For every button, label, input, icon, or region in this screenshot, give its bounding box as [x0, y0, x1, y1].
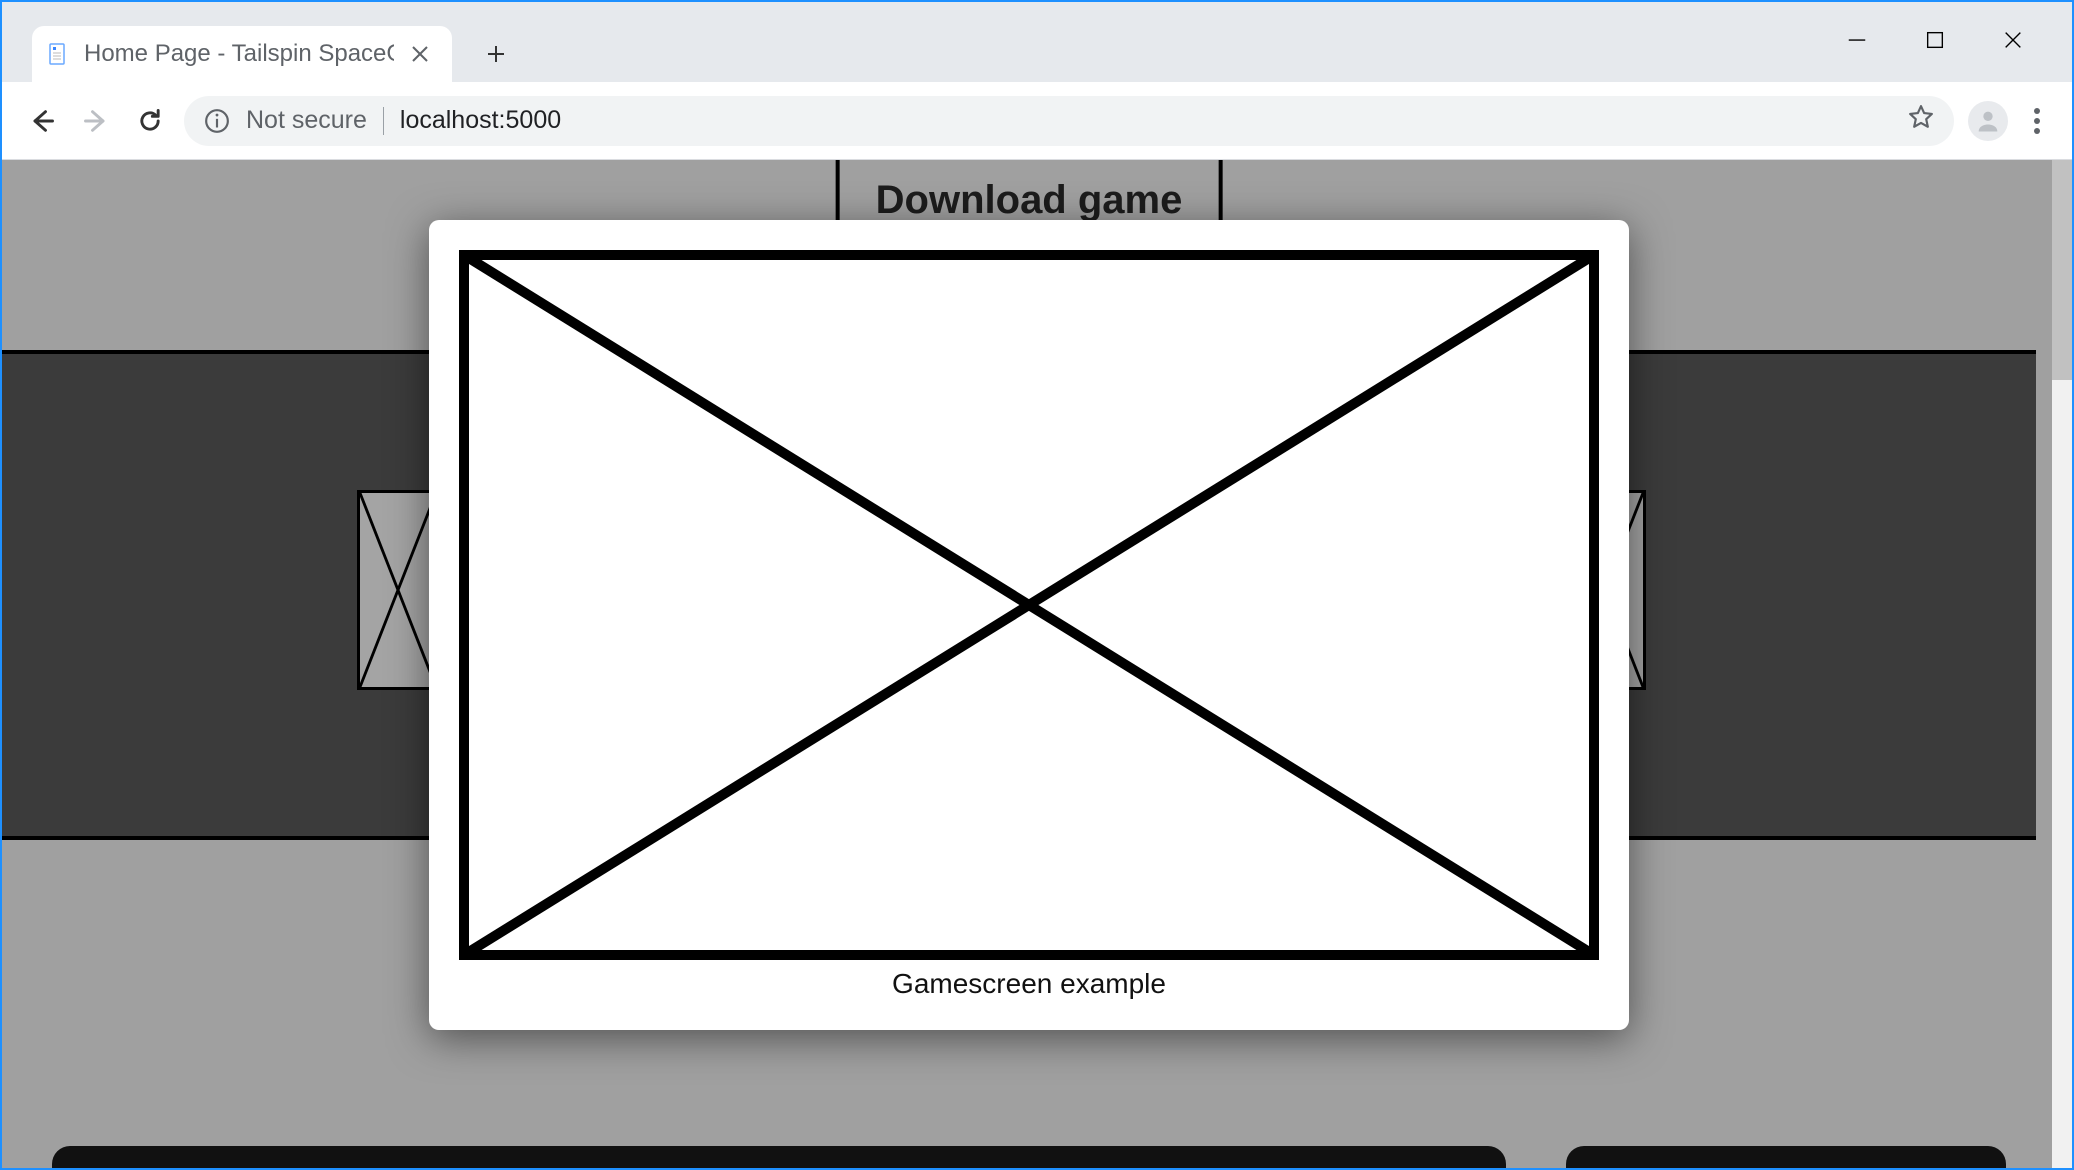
url-text: localhost:5000 [400, 106, 561, 135]
minimize-button[interactable] [1818, 16, 1896, 64]
browser-titlebar: Home Page - Tailspin SpaceGame [2, 2, 2072, 82]
bookmark-star-icon[interactable] [1908, 104, 1934, 137]
download-game-label: Download game [876, 178, 1183, 222]
tab-title: Home Page - Tailspin SpaceGame [84, 40, 394, 68]
page-content: Download game Gamescreen example [2, 160, 2056, 1168]
modal-caption: Gamescreen example [459, 960, 1599, 1000]
close-tab-icon[interactable] [408, 42, 432, 66]
address-bar[interactable]: Not secure localhost:5000 [184, 96, 1954, 146]
scrollbar-thumb[interactable] [2052, 160, 2072, 380]
profile-avatar-icon[interactable] [1968, 101, 2008, 141]
screenshot-modal: Gamescreen example [429, 220, 1629, 1030]
page-viewport: Download game Gamescreen example [2, 160, 2072, 1168]
reload-button[interactable] [130, 101, 170, 141]
page-icon [46, 42, 70, 66]
back-button[interactable] [22, 101, 62, 141]
forward-button[interactable] [76, 101, 116, 141]
new-tab-button[interactable] [468, 26, 524, 82]
browser-tab[interactable]: Home Page - Tailspin SpaceGame [32, 26, 452, 82]
close-window-button[interactable] [1974, 16, 2052, 64]
window-controls [1818, 2, 2052, 64]
security-label: Not secure [246, 106, 367, 135]
bottom-panel[interactable] [1566, 1146, 2006, 1168]
omnibox-separator [383, 107, 384, 135]
bottom-panel[interactable] [52, 1146, 1506, 1168]
carousel-thumb-left[interactable] [357, 490, 439, 690]
browser-menu-icon[interactable] [2022, 101, 2052, 141]
bottom-panels [52, 1146, 2006, 1168]
site-info-icon[interactable] [204, 108, 230, 134]
gamescreen-placeholder-image[interactable] [459, 250, 1599, 960]
maximize-button[interactable] [1896, 16, 1974, 64]
browser-toolbar: Not secure localhost:5000 [2, 82, 2072, 160]
